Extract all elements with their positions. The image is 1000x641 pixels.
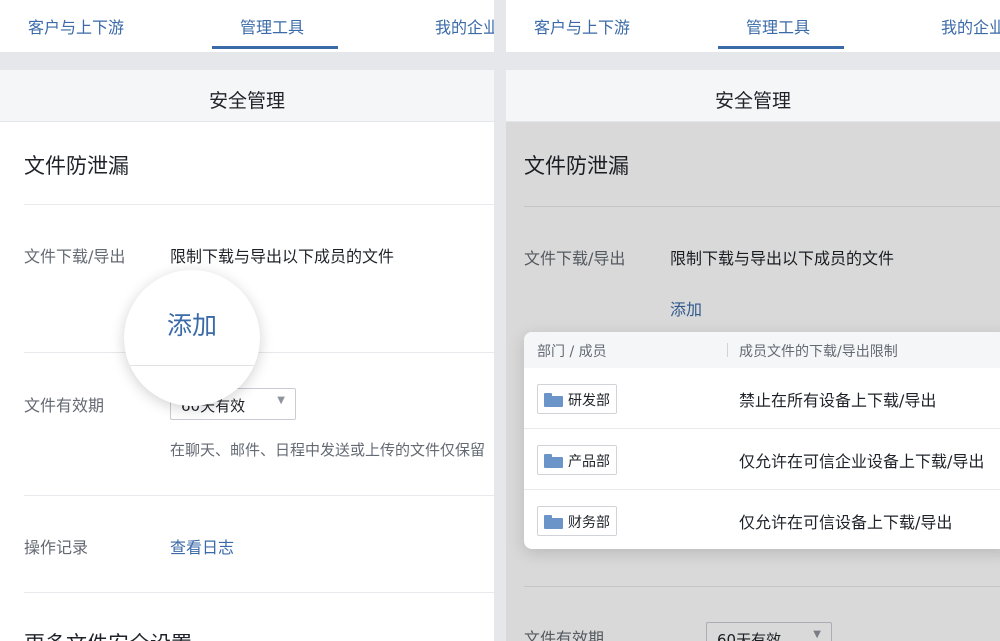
table-row[interactable]: 产品部 仅允许在可信企业设备上下载/导出 (524, 429, 1000, 490)
add-link[interactable]: 添加 (167, 306, 217, 342)
member-restriction-popup: 部门 / 成员 成员文件的下载/导出限制 研发部 禁止在所有设备上下载/导出 产… (524, 332, 1000, 549)
right-panel: 客户与上下游 管理工具 我的企业 安全管理 文件防泄漏 文件下载/导出 限制下载… (506, 0, 1000, 641)
divider (24, 592, 494, 593)
col-download-limit: 成员文件的下载/导出限制 (739, 344, 898, 360)
table-row[interactable]: 财务部 仅允许在可信设备上下载/导出 (524, 490, 1000, 549)
page-title: 安全管理 (714, 90, 791, 112)
dept-tag: 产品部 (537, 445, 617, 475)
tab-my-company[interactable]: 我的企业 (435, 14, 494, 38)
title-bar: 安全管理 (0, 70, 494, 122)
top-tabs: 客户与上下游 管理工具 我的企业 (506, 0, 1000, 52)
more-settings-title: 更多文件安全设置 (24, 628, 192, 641)
tab-my-company[interactable]: 我的企业 (941, 14, 1000, 38)
content-area: 文件防泄漏 文件下载/导出 限制下载与导出以下成员的文件 文件有效期 60天有效… (0, 122, 494, 641)
page-title: 安全管理 (208, 90, 285, 112)
folder-icon (544, 454, 563, 468)
divider-band (506, 52, 1000, 70)
column-separator (727, 343, 728, 357)
dept-name: 财务部 (568, 515, 610, 531)
validity-label: 文件有效期 (24, 396, 105, 415)
limit-value: 仅允许在可信企业设备上下载/导出 (739, 452, 985, 471)
popup-header: 部门 / 成员 成员文件的下载/导出限制 (524, 332, 1000, 368)
title-bar: 安全管理 (506, 70, 1000, 122)
tab-admin-tools[interactable]: 管理工具 (240, 14, 304, 38)
divider (24, 352, 494, 353)
col-dept-member: 部门 / 成员 (537, 344, 607, 360)
limit-value: 禁止在所有设备上下载/导出 (739, 391, 937, 410)
dept-tag: 财务部 (537, 506, 617, 536)
validity-hint: 在聊天、邮件、日程中发送或上传的文件仅保留 (170, 441, 486, 459)
download-export-value: 限制下载与导出以下成员的文件 (170, 247, 395, 266)
left-panel: 客户与上下游 管理工具 我的企业 安全管理 文件防泄漏 文件下载/导出 限制下载… (0, 0, 494, 641)
download-export-label: 文件下载/导出 (24, 247, 126, 266)
tab-customers[interactable]: 客户与上下游 (28, 14, 124, 38)
section-title: 文件防泄漏 (24, 154, 129, 178)
view-log-link[interactable]: 查看日志 (170, 534, 234, 558)
folder-icon (544, 515, 563, 529)
dept-name: 产品部 (568, 454, 610, 470)
divider (124, 365, 260, 366)
divider-band (0, 52, 494, 70)
active-tab-indicator (212, 46, 338, 49)
tab-admin-tools[interactable]: 管理工具 (746, 14, 810, 38)
dept-name: 研发部 (568, 393, 610, 409)
folder-icon (544, 393, 563, 407)
dropdown-arrow-icon: ▼ (277, 395, 285, 406)
limit-value: 仅允许在可信设备上下载/导出 (739, 513, 953, 532)
table-row[interactable]: 研发部 禁止在所有设备上下载/导出 (524, 368, 1000, 429)
divider (24, 204, 494, 205)
divider (24, 495, 494, 496)
tab-customers[interactable]: 客户与上下游 (534, 14, 630, 38)
dept-tag: 研发部 (537, 384, 617, 414)
top-tabs: 客户与上下游 管理工具 我的企业 (0, 0, 494, 52)
operation-log-label: 操作记录 (24, 538, 89, 557)
active-tab-indicator (718, 46, 844, 49)
zoom-magnifier: 添加 (124, 270, 260, 406)
